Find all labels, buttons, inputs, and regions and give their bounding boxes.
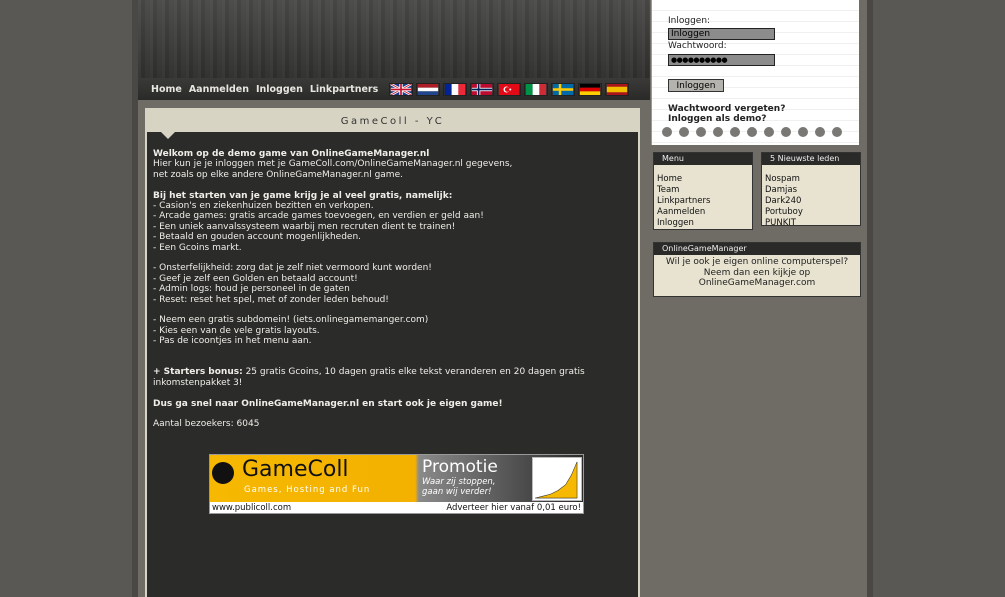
- menu-item-aanmelden[interactable]: Aanmelden: [654, 207, 752, 218]
- top-navbar: Home Aanmelden Inloggen Linkpartners: [138, 78, 650, 100]
- decor-dot: [832, 127, 842, 137]
- main-title-bar: GameColl - YC: [147, 110, 638, 139]
- decor-dot: [798, 127, 808, 137]
- banner-promo: Promotie: [422, 457, 498, 477]
- decor-dot: [679, 127, 689, 137]
- start-heading: Bij het starten van je game krijg je al …: [153, 190, 453, 201]
- feature-item: - Kies een van de vele gratis layouts.: [153, 325, 320, 336]
- germany-flag-icon[interactable]: [578, 82, 603, 96]
- login-submit-button[interactable]: Inloggen: [668, 79, 724, 92]
- menu-box: Menu Home Team Linkpartners Aanmelden In…: [653, 152, 753, 230]
- decor-dot: [662, 127, 672, 137]
- new-members-box: 5 Nieuwste leden Nospam Damjas Dark240 P…: [761, 152, 861, 229]
- forgot-password-link[interactable]: Wachtwoord vergeten?: [668, 104, 785, 114]
- turkey-flag-icon[interactable]: [497, 82, 522, 96]
- feature-item: - Admin logs: houd je personeel in de ga…: [153, 284, 350, 295]
- feature-item: - Reset: reset het spel, met of zonder l…: [153, 294, 389, 305]
- ogm-line: Neem dan een kijkje op: [703, 267, 811, 278]
- bonus-text-continued: inkomstenpakket 3!: [153, 377, 243, 388]
- italy-flag-icon[interactable]: [524, 82, 549, 96]
- banner-ad-text[interactable]: Adverteer hier vanaf 0,01 euro!: [446, 503, 581, 513]
- feature-item: - Geef je zelf een Golden en betaald acc…: [153, 273, 358, 284]
- banner-top: GameColl Games, Hosting and Fun Promotie…: [210, 455, 583, 502]
- decor-dot: [713, 127, 723, 137]
- menu-item-home[interactable]: Home: [654, 174, 752, 185]
- feature-item: - Pas de icoontjes in het menu aan.: [153, 336, 312, 347]
- menu-item-linkpartners[interactable]: Linkpartners: [654, 196, 752, 207]
- banner-url[interactable]: www.publicoll.com: [212, 503, 291, 513]
- password-input[interactable]: ●●●●●●●●●●: [668, 54, 775, 66]
- decor-dot: [747, 127, 757, 137]
- member-item[interactable]: Nospam: [762, 174, 860, 185]
- member-item[interactable]: PUNKIT: [762, 218, 860, 229]
- ogm-title: OnlineGameManager: [654, 243, 860, 255]
- member-item[interactable]: Damjas: [762, 185, 860, 196]
- feature-item: - Arcade games: gratis arcade games toev…: [153, 211, 484, 222]
- nav-linkpartners[interactable]: Linkpartners: [310, 84, 378, 95]
- france-flag-icon[interactable]: [443, 82, 468, 96]
- menu-item-inloggen[interactable]: Inloggen: [654, 218, 752, 229]
- feature-item: - Een uniek aanvalssysteem waarbij men r…: [153, 221, 456, 232]
- wood-header-banner: [138, 0, 650, 78]
- sweden-flag-icon[interactable]: [551, 82, 576, 96]
- menu-item-team[interactable]: Team: [654, 185, 752, 196]
- feature-item: - Betaald en gouden account mogenlijkhed…: [153, 232, 362, 243]
- banner-slogan: Waar zij stoppen, gaan wij verder!: [422, 477, 496, 497]
- username-input[interactable]: [668, 28, 775, 40]
- decor-dot: [764, 127, 774, 137]
- ogm-link[interactable]: OnlineGameManager.com: [654, 278, 860, 289]
- bonus-label: + Starters bonus:: [153, 367, 243, 378]
- feature-item: - Casion's en ziekenhuizen bezitten en v…: [153, 201, 374, 212]
- decorative-dots: [662, 127, 842, 137]
- norway-flag-icon[interactable]: [470, 82, 495, 96]
- feature-item: - Neem een gratis subdomein! (iets.onlin…: [153, 315, 429, 326]
- banner-logo: GameColl: [242, 457, 349, 482]
- new-members-title: 5 Nieuwste leden: [762, 153, 860, 165]
- call-to-action: Dus ga snel naar OnlineGameManager.nl en…: [153, 398, 503, 409]
- ogm-promo-box: OnlineGameManager Wil je ook je eigen on…: [653, 242, 861, 297]
- language-flags: [389, 82, 630, 96]
- gamecoll-ad-banner[interactable]: GameColl Games, Hosting and Fun Promotie…: [209, 454, 584, 514]
- feature-item: - Een Gcoins markt.: [153, 242, 242, 253]
- decor-dot: [781, 127, 791, 137]
- decor-dot: [696, 127, 706, 137]
- banner-subtitle: Games, Hosting and Fun: [244, 485, 371, 495]
- ogm-line: Wil je ook je eigen online computerspel?: [665, 257, 849, 267]
- member-item[interactable]: Dark240: [762, 196, 860, 207]
- nav-aanmelden[interactable]: Aanmelden: [189, 84, 249, 95]
- slogan-line: Waar zij stoppen,: [422, 477, 496, 487]
- growth-chart-icon: [532, 457, 582, 501]
- page-title: GameColl - YC: [340, 115, 445, 127]
- bonus-text: 25 gratis Gcoins, 10 dagen gratis elke t…: [242, 367, 585, 378]
- decor-dot: [730, 127, 740, 137]
- title-notch-decoration: [161, 132, 175, 139]
- ogm-text: Wil je ook je eigen online computerspel?…: [654, 255, 860, 289]
- nav-home[interactable]: Home: [151, 84, 182, 95]
- visitor-count: Aantal bezoekers: 6045: [153, 419, 260, 430]
- demo-login-link[interactable]: Inloggen als demo?: [668, 114, 767, 124]
- power-icon: [212, 462, 234, 484]
- welcome-line: Hier kun je je inloggen met je GameColl.…: [153, 159, 513, 170]
- decor-dot: [815, 127, 825, 137]
- menu-title: Menu: [654, 153, 752, 165]
- feature-item: - Onsterfelijkheid: zorg dat je zelf nie…: [153, 263, 432, 274]
- login-panel: Inloggen: Wachtwoord: ●●●●●●●●●● Inlogge…: [651, 0, 859, 145]
- banner-footer: www.publicoll.com Adverteer hier vanaf 0…: [210, 502, 583, 514]
- welcome-heading: Welkom op de demo game van OnlineGameMan…: [153, 149, 430, 159]
- main-content-panel: GameColl - YC Welkom op de demo game van…: [145, 108, 640, 597]
- spain-flag-icon[interactable]: [605, 82, 630, 96]
- member-item[interactable]: Portuboy: [762, 207, 860, 218]
- netherlands-flag-icon[interactable]: [416, 82, 441, 96]
- uk-flag-icon[interactable]: [389, 82, 414, 96]
- slogan-line: gaan wij verder!: [422, 487, 492, 497]
- nav-inloggen[interactable]: Inloggen: [256, 84, 303, 95]
- starters-bonus: + Starters bonus: 25 gratis Gcoins, 10 d…: [153, 367, 638, 377]
- password-label: Wachtwoord:: [668, 41, 727, 51]
- username-label: Inloggen:: [668, 16, 711, 26]
- welcome-text-block: Welkom op de demo game van OnlineGameMan…: [147, 132, 638, 430]
- welcome-line: net zoals op elke andere OnlineGameManag…: [153, 169, 403, 180]
